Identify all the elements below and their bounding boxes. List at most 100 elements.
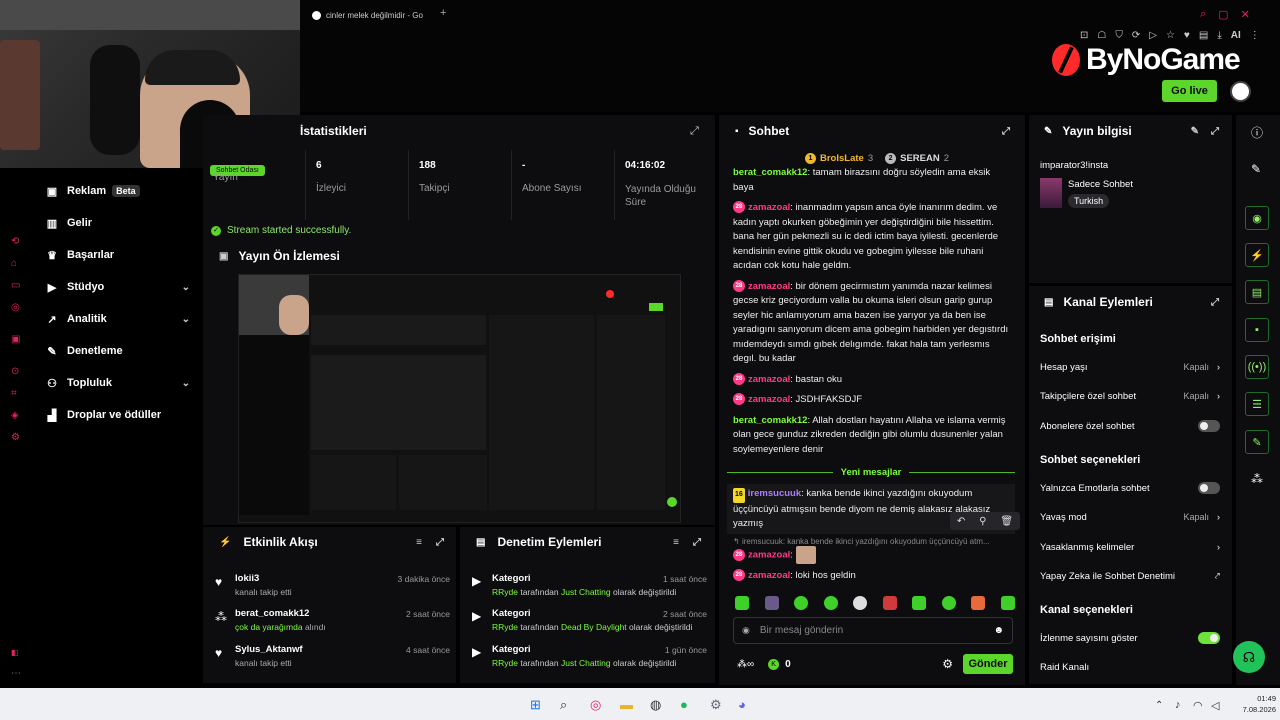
opera-icon[interactable]: ◎ [590,697,601,713]
rail-icon-8[interactable]: ◧ [11,648,19,657]
more-icon[interactable]: ⋯ [11,668,21,679]
expand-icon[interactable]: ⤢ [436,537,444,548]
broadcast-rail-icon[interactable]: ((•)) [1245,355,1269,379]
folder-icon[interactable]: ▬ [620,697,633,712]
rail-icon-2[interactable]: ⌂ [11,258,17,269]
chat-username[interactable]: iremsucuuk [748,488,801,499]
chat-username[interactable]: zamazoal [748,281,790,292]
download-icon[interactable]: ⤓ [1217,30,1221,41]
rail-icon-7[interactable]: ◈ [11,410,19,421]
heart-icon[interactable]: ♥ [1184,30,1190,41]
chat-username[interactable]: berat_comakk12 [733,167,807,178]
setting-ai-moderation[interactable]: Yapay Zeka ile Sohbet Denetimi ⤤ [1040,569,1220,583]
app-icon[interactable]: ◍ [650,697,661,713]
discord-icon[interactable]: ◕ [738,697,746,712]
chat-input[interactable]: ◉ Bir mesaj gönderin ☻ [733,617,1013,644]
tray-chevron-icon[interactable]: ⌃ [1155,700,1163,711]
filter-icon[interactable]: ≡ [673,537,679,548]
edit-icon[interactable]: ✎ [1191,126,1199,137]
restore-icon[interactable]: ▢ [1218,8,1228,21]
start-icon[interactable]: ⊞ [530,697,541,713]
setting-slow-mode[interactable]: Yavaş mod Kapalı › [1040,510,1220,524]
ai-button[interactable]: AI [1231,30,1241,41]
emote-10[interactable] [1000,596,1015,610]
chat-username[interactable]: zamazoal [748,202,790,213]
close-icon[interactable]: ✕ [1241,8,1250,21]
rail-icon-4[interactable]: ◎ [11,302,20,313]
reply-icon[interactable]: ↶ [957,516,965,527]
wifi-icon[interactable]: ◠ [1193,699,1203,712]
emote-3[interactable] [794,596,809,610]
emote-1[interactable] [735,596,749,610]
community-rail-icon[interactable]: ⁂ [1251,472,1263,486]
setting-account-age[interactable]: Hesap yaşı Kapalı › [1040,360,1220,374]
sidebar-item-basarilar[interactable]: ♛ Başarılar [45,246,190,264]
emote-6[interactable] [882,596,897,610]
sidebar-item-reklam[interactable]: ▣ Reklam Beta [45,182,190,200]
subscribers-only-toggle[interactable] [1198,420,1220,432]
search-icon[interactable]: ⌕ [1200,8,1206,21]
activity-user[interactable]: berat_comakk12 [235,608,309,619]
pencil-icon[interactable]: ✎ [1251,162,1261,176]
emote-5[interactable] [853,596,868,610]
info-icon[interactable]: ⓘ [1251,124,1263,141]
document-rail-icon[interactable]: ▤ [1245,280,1269,304]
bookmark-icon[interactable]: ☆ [1166,30,1175,41]
spotify-icon[interactable]: ● [680,697,688,712]
sidebar-item-studyo[interactable]: ▶ Stüdyo ⌄ [45,278,190,296]
emote-4[interactable] [823,596,838,610]
rail-icon-5[interactable]: ⊙ [11,366,19,377]
sidebar-item-denetleme[interactable]: ✎ Denetleme [45,342,190,360]
chat-username[interactable]: zamazoal [748,394,790,405]
activity-user[interactable]: Sylus_Aktanwf [235,644,303,655]
delete-icon[interactable]: 🗑 [1000,516,1013,527]
chat-username[interactable]: zamazoal [748,374,790,385]
emoji-icon[interactable]: ☻ [993,625,1004,636]
support-button[interactable]: ☊ [1233,641,1265,673]
sidebar-item-droplar[interactable]: ▟ Droplar ve ödüller [45,406,205,424]
volume-icon[interactable]: ◁ [1211,699,1219,712]
stream-preview-video[interactable] [238,274,681,523]
settings-icon[interactable]: ⚙ [11,432,20,443]
expand-icon[interactable]: ⤢ [1211,126,1219,137]
setting-raid-channel[interactable]: Raid Kanalı [1040,660,1220,674]
community-icon[interactable]: ⁂∞ [737,659,754,670]
camera-rail-icon[interactable]: ◉ [1245,206,1269,230]
show-viewcount-toggle[interactable] [1198,632,1220,644]
pin-icon[interactable]: ⚲ [979,516,986,527]
emote-8[interactable] [941,596,956,610]
sidebar-item-analitik[interactable]: ↗ Analitik ⌄ [45,310,190,328]
expand-icon[interactable]: ⤢ [1002,126,1010,137]
search-icon[interactable]: ⌕ [560,697,567,713]
expand-icon[interactable]: ⤢ [690,125,699,138]
send-button[interactable]: Gönder [963,654,1013,674]
stream-category[interactable]: Sadece Sohbet [1068,179,1133,190]
setting-followers-only[interactable]: Takipçilere özel sohbet Kapalı › [1040,389,1220,403]
rail-icon-3[interactable]: ▭ [11,280,20,291]
filter-icon[interactable]: ≡ [416,537,422,548]
menu-icon[interactable]: ⋮ [1250,30,1260,41]
rail-icon-1[interactable]: ⟲ [11,236,19,247]
top-chatter-name[interactable]: BroIsLate [820,153,864,164]
clock[interactable]: 01:49 7.08.2026 [1232,693,1276,715]
bolt-rail-icon[interactable]: ⚡ [1245,243,1269,267]
settings-icon[interactable]: ⚙ [710,697,722,713]
settings-icon[interactable]: ⚙ [942,657,953,671]
emote-9[interactable] [971,596,986,610]
shield-icon[interactable]: ⛉ [1115,30,1123,41]
screenshot-icon[interactable]: ⊡ [1080,30,1088,41]
rail-icon-6[interactable]: ⌗ [11,388,17,399]
activity-user[interactable]: lokii3 [235,573,259,584]
emote-7[interactable] [912,596,927,610]
browser-tab[interactable]: cinler melek değilmidir - Go [312,8,423,22]
twitch-icon[interactable]: ▣ [11,334,20,345]
translate-icon[interactable]: ⟳ [1132,30,1140,41]
wrench-rail-icon[interactable]: ✎ [1245,430,1269,454]
new-tab-button[interactable]: + [440,7,446,19]
list-rail-icon[interactable]: ☰ [1245,392,1269,416]
chat-username[interactable]: zamazoal [748,550,790,561]
emote-only-toggle[interactable] [1198,482,1220,494]
chat-rail-icon[interactable]: ▪ [1245,318,1269,342]
expand-icon[interactable]: ⤢ [693,537,701,548]
sidebar-icon[interactable]: ▤ [1199,30,1208,41]
